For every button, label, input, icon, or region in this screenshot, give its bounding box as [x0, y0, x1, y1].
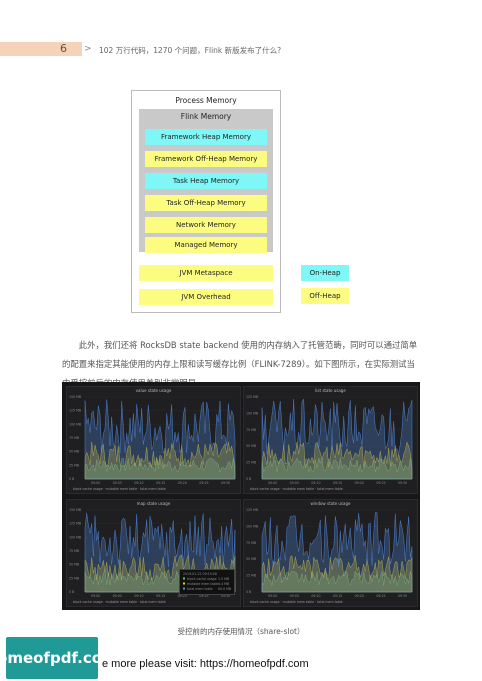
- y-tick-label: 125 MB: [69, 522, 81, 526]
- header-accent-bar: [0, 42, 82, 56]
- tooltip-swatch: [183, 587, 185, 590]
- y-tick-label: 25 MB: [246, 461, 256, 465]
- x-tick-label: 09:25: [199, 481, 208, 485]
- x-tick-label: 09:30: [398, 481, 407, 485]
- y-tick-label: 125 MB: [69, 409, 81, 413]
- flink-memory-title: Flink Memory: [180, 112, 232, 121]
- tooltip-label: mutable mem table: [187, 582, 219, 586]
- y-tick-label: 75 MB: [69, 549, 79, 553]
- series-area: [261, 398, 413, 480]
- x-tick-label: 09:15: [156, 481, 165, 485]
- x-tick-label: 09:00: [91, 594, 100, 598]
- footer-link-text[interactable]: e more please visit: https://homeofpdf.c…: [102, 658, 309, 670]
- y-tick-label: 0 B: [69, 590, 74, 594]
- tooltip-label: block cache usage: [187, 577, 217, 581]
- panel-legend: block cache usage · mutable mem table · …: [250, 487, 343, 491]
- x-tick-label: 09:00: [91, 481, 100, 485]
- y-tick-label: 100 MB: [246, 411, 258, 415]
- tooltip-swatch: [183, 582, 185, 585]
- framework-heap-block: Framework Heap Memory: [145, 129, 267, 145]
- window-state-chart: 125 MB 100 MB 75 MB 50 MB 25 MB 0 B 09:00 09:05…: [246, 508, 413, 598]
- y-tick-label: 25 MB: [69, 463, 79, 467]
- y-tick-label: 0 B: [69, 477, 74, 481]
- legend-on-heap: On-Heap: [301, 265, 349, 281]
- x-tick-label: 09:10: [134, 481, 143, 485]
- y-tick-label: 75 MB: [246, 428, 256, 432]
- y-tick-label: 75 MB: [246, 541, 256, 545]
- y-tick-label: 25 MB: [69, 576, 79, 580]
- value-state-chart: 150 MB 125 MB 100 MB 75 MB 50 MB 25 MB 0 B 09:0…: [69, 395, 236, 485]
- series-area: [261, 512, 413, 593]
- tooltip-label: total mem table: [187, 587, 213, 591]
- x-tick-label: 09:25: [376, 481, 385, 485]
- panel-legend: block cache usage · mutable mem table · …: [73, 600, 166, 604]
- task-heap-block: Task Heap Memory: [145, 173, 267, 189]
- y-tick-label: 25 MB: [246, 574, 256, 578]
- managed-memory-block: Managed Memory: [145, 237, 267, 253]
- y-tick-label: 150 MB: [69, 508, 81, 512]
- panel-legend: block cache usage · mutable mem table · …: [73, 487, 166, 491]
- legend-off-heap: Off-Heap: [301, 288, 349, 304]
- x-tick-label: 09:20: [355, 594, 364, 598]
- x-tick-label: 09:15: [156, 594, 165, 598]
- x-tick-label: 09:10: [311, 481, 320, 485]
- figure-caption: 受控前的内存使用情况（share-slot）: [177, 627, 305, 636]
- x-tick-label: 09:05: [290, 594, 299, 598]
- grafana-dashboard-image: value state usage 150 MB 125 MB 100 MB 75 M…: [62, 382, 420, 610]
- x-tick-label: 09:30: [398, 594, 407, 598]
- x-tick-label: 09:05: [113, 481, 122, 485]
- y-tick-label: 100 MB: [246, 524, 258, 528]
- chart-tooltip: 2019-01-22 09:15:08 block cache usage 1.5 …: [179, 569, 235, 595]
- page-number: 6: [60, 42, 67, 55]
- value-state-panel: value state usage 150 MB 125 MB 100 MB 75 M…: [66, 386, 241, 494]
- tooltip-time: 2019-01-22 09:15:08: [183, 572, 217, 576]
- series-area: [84, 399, 236, 480]
- y-tick-label: 150 MB: [69, 395, 81, 399]
- jvm-overhead-block: JVM Overhead: [139, 289, 273, 305]
- x-tick-label: 09:25: [376, 594, 385, 598]
- tooltip-value: 4.4 MB: [218, 582, 229, 586]
- y-tick-label: 125 MB: [246, 508, 258, 512]
- list-state-panel: list state usage 125 MB 100 MB 75 MB 50 MB 2…: [243, 386, 418, 494]
- list-state-chart: 125 MB 100 MB 75 MB 50 MB 25 MB 0 B 09:00 09:05…: [246, 395, 413, 485]
- y-tick-label: 50 MB: [69, 563, 79, 567]
- y-tick-label: 0 B: [246, 590, 251, 594]
- y-tick-label: 50 MB: [246, 444, 256, 448]
- x-tick-label: 09:10: [134, 594, 143, 598]
- y-tick-label: 100 MB: [69, 535, 81, 539]
- x-tick-label: 09:15: [333, 594, 342, 598]
- jvm-metaspace-block: JVM Metaspace: [139, 265, 273, 281]
- x-tick-label: 09:20: [355, 481, 364, 485]
- x-tick-label: 09:30: [221, 481, 230, 485]
- x-tick-label: 09:20: [178, 481, 187, 485]
- x-tick-label: 09:10: [311, 594, 320, 598]
- x-tick-label: 09:00: [268, 594, 277, 598]
- y-tick-label: 0 B: [246, 477, 251, 481]
- window-state-panel: window state usage 125 MB 100 MB 75 MB 50 M…: [243, 499, 418, 607]
- memory-model-diagram: Process Memory Flink Memory Framework He…: [131, 90, 281, 313]
- network-memory-block: Network Memory: [145, 217, 267, 233]
- breadcrumb-separator: >: [84, 44, 92, 54]
- tooltip-value: 1.5 MB: [218, 577, 229, 581]
- process-memory-title: Process Memory: [175, 96, 237, 105]
- x-tick-label: 09:05: [290, 481, 299, 485]
- tooltip-value: 64.0 MB: [218, 587, 231, 591]
- x-tick-label: 09:15: [333, 481, 342, 485]
- flink-memory-box: Flink Memory Framework Heap Memory Frame…: [139, 109, 273, 253]
- x-tick-label: 09:05: [113, 594, 122, 598]
- task-offheap-block: Task Off-Heap Memory: [145, 195, 267, 211]
- site-logo[interactable]: homeofpdf.com: [0, 637, 118, 679]
- x-tick-label: 09:00: [268, 481, 277, 485]
- chapter-title: 102 万行代码，1270 个问题，Flink 新版发布了什么?: [99, 46, 282, 55]
- tooltip-swatch: [183, 577, 185, 580]
- y-tick-label: 75 MB: [69, 436, 79, 440]
- y-tick-label: 50 MB: [246, 557, 256, 561]
- y-tick-label: 100 MB: [69, 422, 81, 426]
- framework-offheap-block: Framework Off-Heap Memory: [145, 151, 267, 167]
- panel-legend: block cache usage · mutable mem table · …: [250, 600, 343, 604]
- y-tick-label: 125 MB: [246, 395, 258, 399]
- y-tick-label: 50 MB: [69, 450, 79, 454]
